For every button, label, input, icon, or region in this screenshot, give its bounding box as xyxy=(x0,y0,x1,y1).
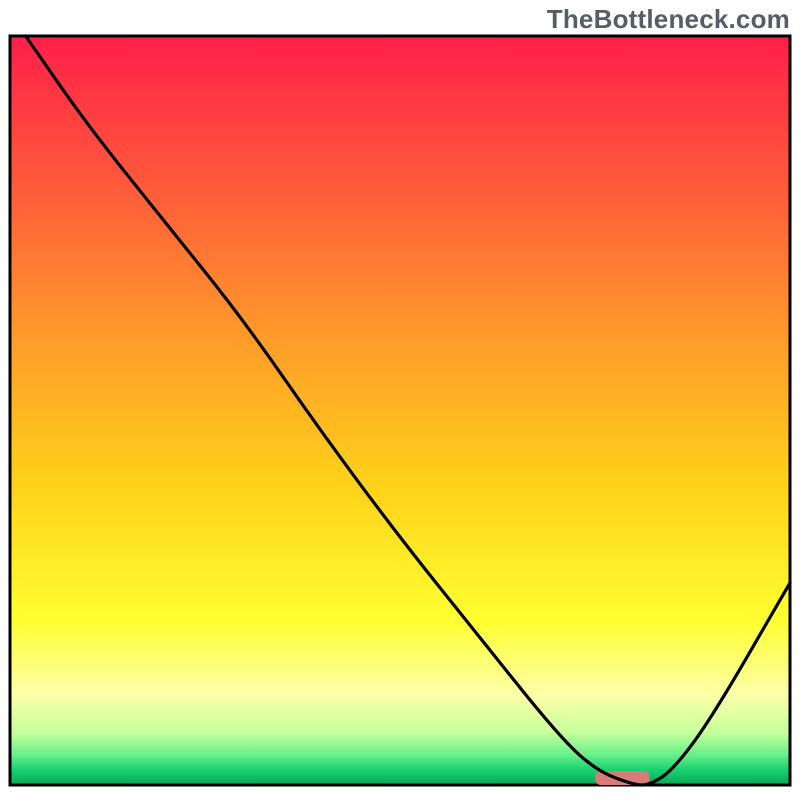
chart-svg xyxy=(0,0,800,800)
chart-container: TheBottleneck.com xyxy=(0,0,800,800)
chart-background xyxy=(10,36,790,785)
